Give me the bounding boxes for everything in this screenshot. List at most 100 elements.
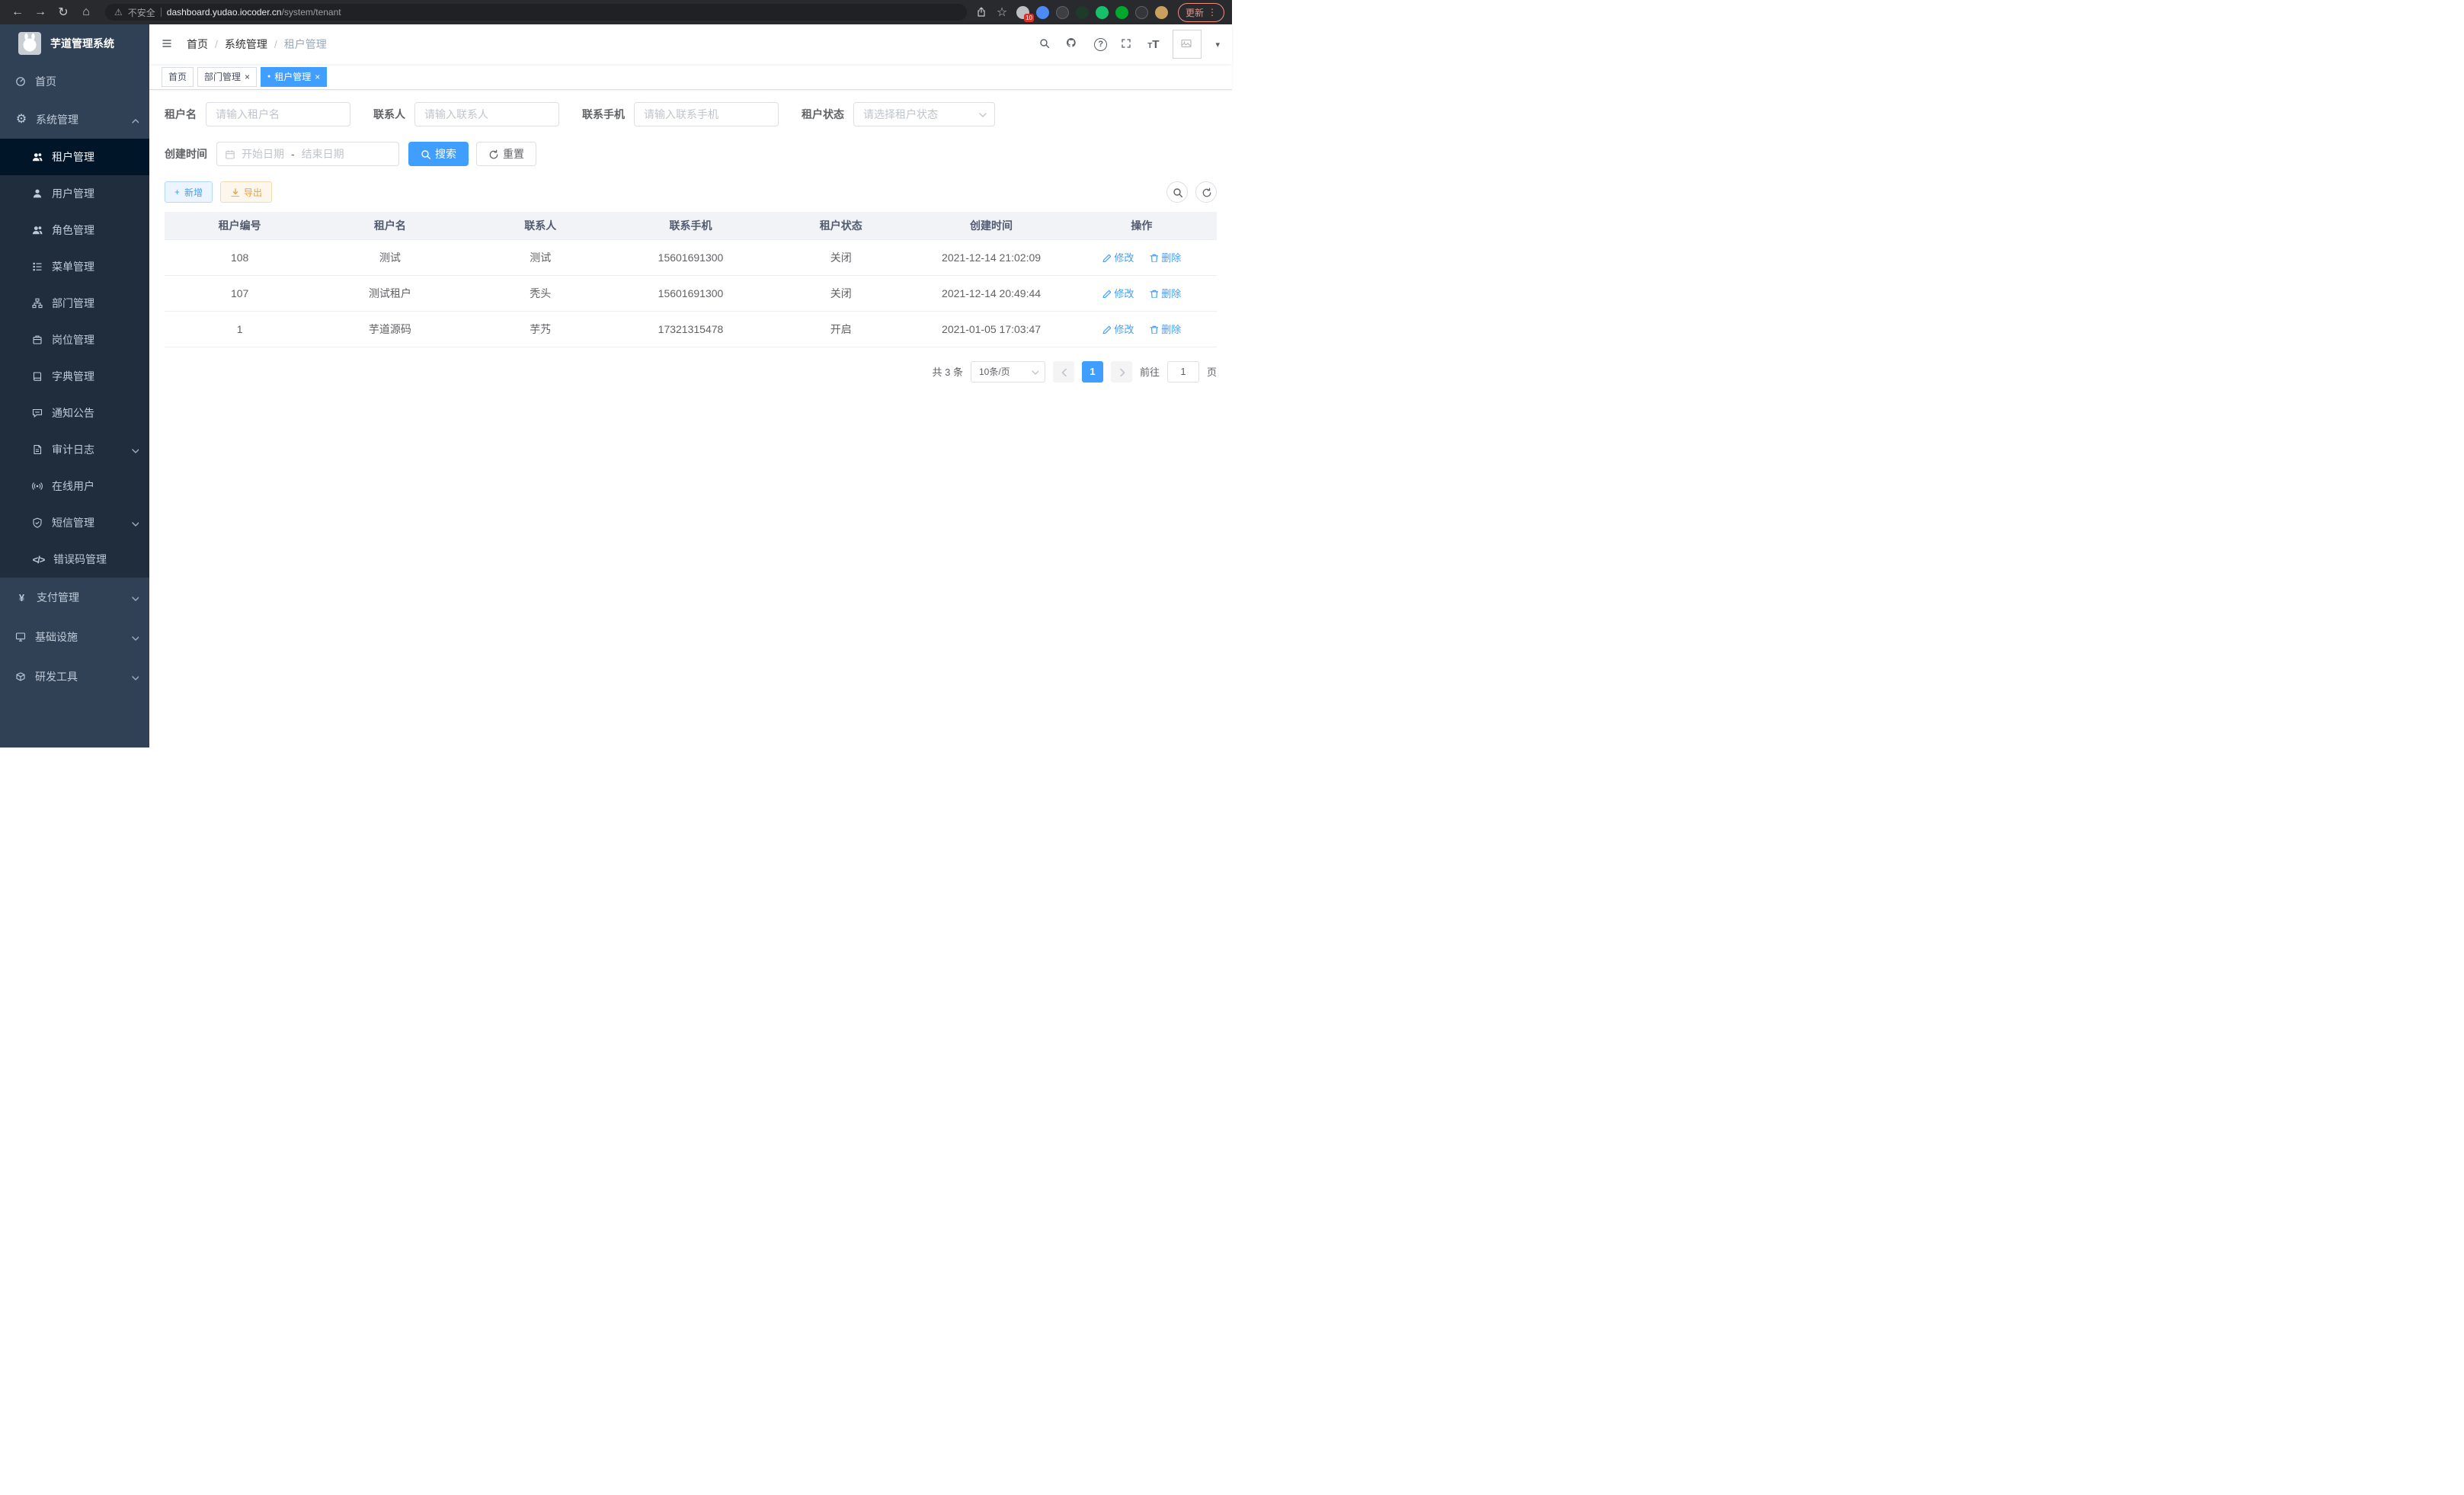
user-icon (32, 188, 43, 200)
breadcrumb-system[interactable]: 系统管理 (225, 37, 267, 52)
table-row: 107 测试租户 秃头 15601691300 关闭 2021-12-14 20… (165, 275, 1217, 311)
edit-button[interactable]: 修改 (1102, 250, 1134, 264)
address-bar[interactable]: ⚠ 不安全 dashboard.yudao.iocoder.cn/system/… (105, 4, 967, 21)
reload-button[interactable]: ↻ (53, 2, 73, 22)
close-icon[interactable]: × (245, 72, 250, 82)
start-date-placeholder[interactable]: 开始日期 (242, 146, 284, 162)
fullscreen-icon[interactable] (1121, 38, 1134, 51)
page-size-select[interactable]: 10条/页 (971, 361, 1045, 383)
update-label: 更新 (1186, 6, 1204, 19)
sidebar-item-sms[interactable]: 短信管理 (0, 504, 149, 541)
browser-update-button[interactable]: 更新 ⋮ (1178, 3, 1224, 22)
tab-dept[interactable]: 部门管理 × (197, 67, 257, 87)
sidebar-item-error-code[interactable]: </> 错误码管理 (0, 541, 149, 578)
forward-button[interactable]: → (30, 2, 50, 22)
share-icon[interactable] (976, 7, 987, 18)
sidebar-item-system[interactable]: ⚙ 系统管理 (0, 101, 149, 139)
status-select[interactable]: 请选择租户状态 (853, 102, 995, 126)
mobile-input[interactable] (634, 102, 779, 126)
avatar[interactable] (1173, 30, 1202, 59)
add-button[interactable]: + 新增 (165, 181, 213, 203)
home-button[interactable]: ⌂ (76, 2, 96, 22)
search-button[interactable]: 搜索 (408, 142, 469, 166)
contact-input[interactable] (414, 102, 559, 126)
extension-icon-6[interactable] (1115, 6, 1128, 19)
sidebar-item-notice[interactable]: 通知公告 (0, 395, 149, 431)
font-size-icon[interactable]: TT (1147, 38, 1159, 51)
sidebar-item-menu[interactable]: 菜单管理 (0, 248, 149, 285)
toggle-search-button[interactable] (1166, 181, 1188, 203)
sidebar-item-tenant[interactable]: 租户管理 (0, 139, 149, 175)
delete-button[interactable]: 删除 (1149, 286, 1181, 300)
extension-badge: 10 (1024, 14, 1034, 22)
sidebar-item-infra[interactable]: 基础设施 (0, 617, 149, 657)
page-number-button[interactable]: 1 (1082, 361, 1103, 383)
sidebar-item-devtools[interactable]: 研发工具 (0, 657, 149, 696)
sidebar-item-role[interactable]: 角色管理 (0, 212, 149, 248)
breadcrumb-home[interactable]: 首页 (187, 37, 208, 52)
extension-icon-2[interactable] (1036, 6, 1049, 19)
extension-icon-3[interactable] (1056, 6, 1069, 19)
end-date-placeholder[interactable]: 结束日期 (302, 146, 344, 162)
refresh-table-button[interactable] (1195, 181, 1217, 203)
security-warning-icon: ⚠ (114, 7, 123, 18)
prev-page-button[interactable] (1053, 361, 1074, 383)
delete-button[interactable]: 删除 (1149, 250, 1181, 264)
sidebar: 芋道管理系统 首页 ⚙ 系统管理 租户管理 用户管理 角色管理 (0, 24, 149, 748)
pencil-icon (1102, 289, 1111, 298)
logo[interactable]: 芋道管理系统 (0, 24, 149, 62)
sidebar-item-post[interactable]: 岗位管理 (0, 322, 149, 358)
tab-tenant[interactable]: ● 租户管理 × (261, 67, 327, 87)
sidebar-item-dict[interactable]: 字典管理 (0, 358, 149, 395)
col-created-at: 创建时间 (916, 212, 1066, 239)
extension-icon-8[interactable] (1155, 6, 1168, 19)
sidebar-item-user[interactable]: 用户管理 (0, 175, 149, 212)
table-row: 1 芋道源码 芋艿 17321315478 开启 2021-01-05 17:0… (165, 311, 1217, 347)
edit-button[interactable]: 修改 (1102, 322, 1134, 336)
sidebar-item-payment[interactable]: ¥ 支付管理 (0, 578, 149, 617)
sidebar-item-online-user[interactable]: 在线用户 (0, 468, 149, 504)
col-actions: 操作 (1067, 212, 1217, 239)
sidebar-collapse-button[interactable] (162, 38, 174, 51)
table-header-row: 租户编号 租户名 联系人 联系手机 租户状态 创建时间 操作 (165, 212, 1217, 239)
extension-icon-4[interactable] (1076, 6, 1089, 19)
col-tenant-name: 租户名 (315, 212, 465, 239)
tab-home[interactable]: 首页 (162, 67, 194, 87)
delete-button[interactable]: 删除 (1149, 322, 1181, 336)
logo-image (18, 32, 41, 55)
back-button[interactable]: ← (8, 2, 27, 22)
dashboard-icon (15, 76, 27, 88)
logo-title: 芋道管理系统 (50, 36, 114, 51)
chevron-down-icon (130, 673, 139, 681)
bookmark-star-icon[interactable]: ☆ (994, 2, 1010, 22)
export-button[interactable]: 导出 (220, 181, 272, 203)
tenant-name-input[interactable] (206, 102, 350, 126)
edit-button[interactable]: 修改 (1102, 286, 1134, 300)
extension-icon-5[interactable] (1096, 6, 1109, 19)
sidebar-item-audit-log[interactable]: 审计日志 (0, 431, 149, 468)
date-range-picker[interactable]: 开始日期 - 结束日期 (216, 142, 399, 166)
extension-icon-7[interactable] (1135, 6, 1148, 19)
cell-actions: 修改 删除 (1067, 275, 1217, 311)
pencil-icon (1102, 253, 1111, 262)
cell-tenant-id: 1 (165, 311, 315, 347)
filter-status: 租户状态 请选择租户状态 (802, 102, 995, 126)
search-icon[interactable] (1039, 38, 1052, 51)
mobile-label: 联系手机 (582, 107, 625, 122)
cell-contact: 芋艿 (466, 311, 616, 347)
pagination-total: 共 3 条 (933, 364, 963, 379)
sidebar-item-home[interactable]: 首页 (0, 62, 149, 101)
goto-page-input[interactable] (1167, 361, 1199, 383)
cell-mobile: 15601691300 (616, 275, 766, 311)
github-icon[interactable] (1066, 37, 1080, 52)
next-page-button[interactable] (1111, 361, 1132, 383)
reset-button[interactable]: 重置 (476, 142, 536, 166)
cell-tenant-name: 芋道源码 (315, 311, 465, 347)
page-unit-label: 页 (1207, 364, 1217, 379)
close-icon[interactable]: × (315, 72, 320, 82)
sidebar-item-dept[interactable]: 部门管理 (0, 285, 149, 322)
extension-icon-1[interactable]: 10 (1016, 6, 1029, 19)
caret-down-icon[interactable]: ▾ (1215, 40, 1220, 50)
trash-icon (1149, 253, 1158, 262)
help-icon[interactable]: ? (1094, 38, 1107, 51)
